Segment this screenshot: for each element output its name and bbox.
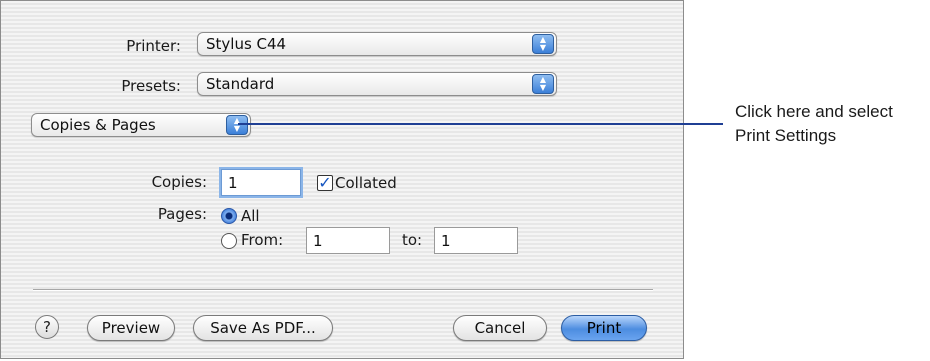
pages-to-field[interactable] [434, 227, 518, 254]
pages-to-label: to: [402, 231, 423, 249]
collated-checkbox[interactable]: ✓ [317, 175, 333, 191]
up-down-arrows-icon: ▲ ▼ [226, 115, 248, 135]
copies-label: Copies: [151, 173, 207, 191]
save-as-pdf-button[interactable]: Save As PDF... [193, 315, 333, 341]
panel-menu-popup[interactable]: Copies & Pages ▲ ▼ [31, 113, 251, 137]
callout-line-1: Click here and select [735, 102, 893, 121]
cancel-button[interactable]: Cancel [453, 315, 547, 341]
printer-popup[interactable]: Stylus C44 ▲ ▼ [197, 32, 557, 56]
collated-label: Collated [335, 174, 397, 192]
printer-label: Printer: [126, 37, 181, 55]
pages-from-label: From: [241, 231, 284, 249]
presets-popup[interactable]: Standard ▲ ▼ [197, 72, 557, 96]
pages-from-field[interactable] [306, 227, 390, 254]
print-dialog: Printer: Stylus C44 ▲ ▼ Presets: Standard… [0, 0, 684, 359]
checkmark-icon: ✓ [318, 173, 332, 192]
pages-from-radio[interactable] [221, 233, 237, 249]
separator [33, 289, 653, 291]
callout-line [238, 123, 723, 125]
copies-field[interactable] [221, 169, 301, 196]
up-down-arrows-icon: ▲ ▼ [532, 34, 554, 54]
pages-all-radio[interactable] [221, 208, 237, 224]
up-down-arrows-icon: ▲ ▼ [532, 74, 554, 94]
print-button[interactable]: Print [561, 315, 647, 341]
presets-popup-value: Standard [206, 75, 275, 93]
panel-menu-value: Copies & Pages [40, 116, 156, 134]
printer-popup-value: Stylus C44 [206, 35, 287, 53]
help-button[interactable]: ? [35, 315, 59, 339]
pages-all-label: All [241, 207, 260, 225]
presets-label: Presets: [121, 77, 181, 95]
callout-text: Click here and select Print Settings [735, 100, 893, 148]
preview-button[interactable]: Preview [87, 315, 175, 341]
pages-label: Pages: [157, 205, 207, 223]
callout-line-2: Print Settings [735, 126, 837, 145]
